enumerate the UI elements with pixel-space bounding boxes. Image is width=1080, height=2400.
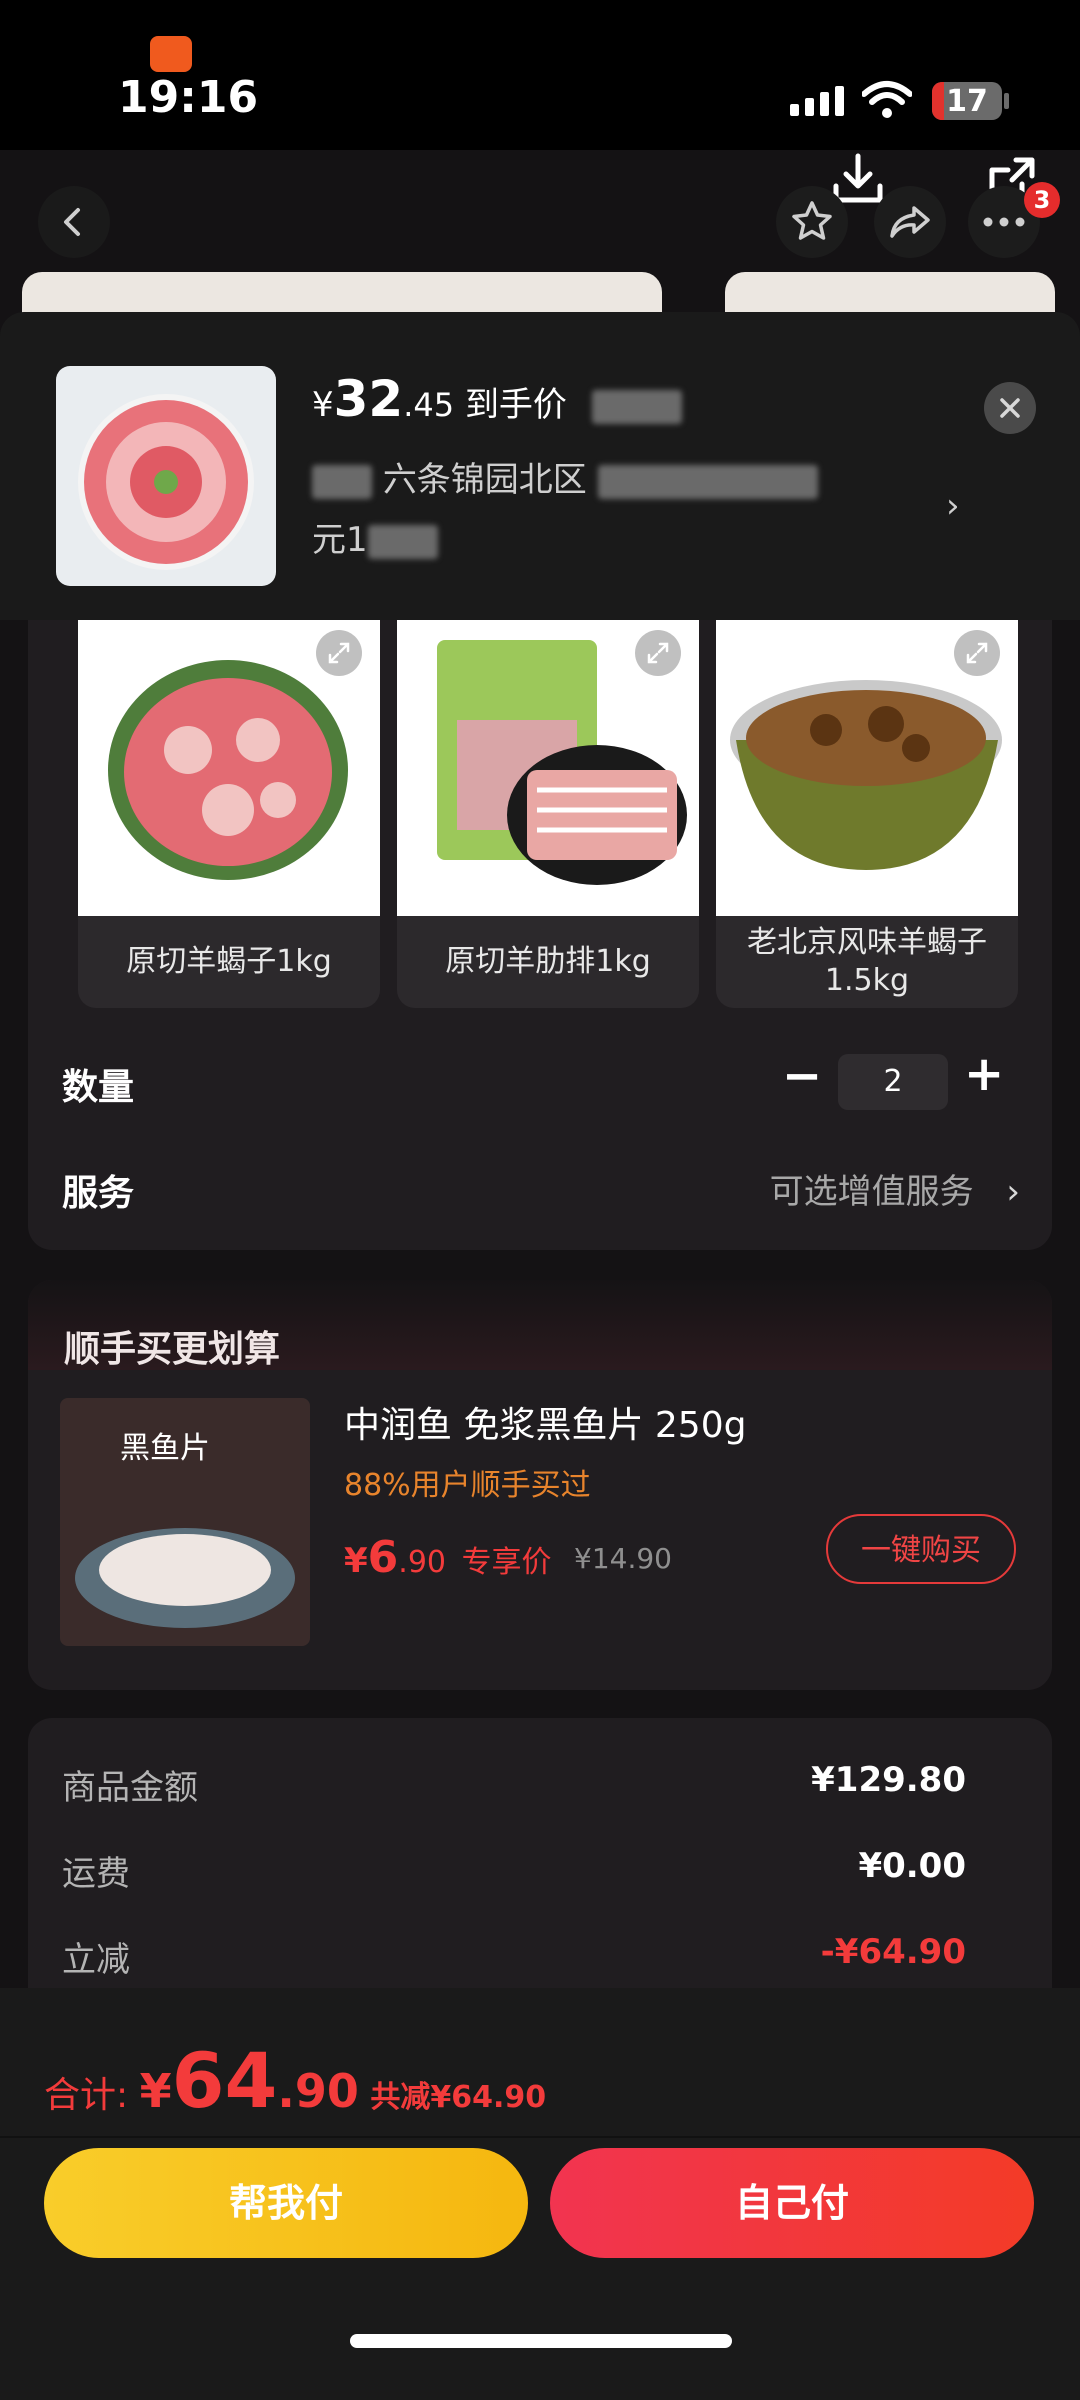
product-option-card[interactable]: 原切羊蝎子1kg [78,620,380,1008]
total-amount: 合计: ¥64.90 共减¥64.90 [44,2036,546,2125]
self-pay-button[interactable]: 自己付 [550,2148,1034,2258]
popup-address: 六条锦园北区 元1 [312,450,932,570]
service-label: 服务 [62,1173,135,1214]
service-value: 可选增值服务 [769,1172,974,1212]
one-click-buy-button[interactable]: 一键购买 [826,1514,1016,1584]
blurred-text [367,524,438,559]
discount-value: -¥64.90 [820,1932,966,1972]
battery-icon: 17 [932,82,1002,120]
app-notification-icon [150,36,192,72]
price-decimal: .45 [403,386,455,424]
zoom-icon[interactable] [954,630,1000,676]
home-indicator[interactable] [350,2334,732,2348]
close-button[interactable] [984,382,1036,434]
price-decimal: .90 [398,1545,447,1580]
zoom-icon[interactable] [635,630,681,676]
address-text: 六条锦园北区 [382,460,587,500]
service-option[interactable]: 可选增值服务 › [770,1164,1020,1213]
chevron-right-icon[interactable]: › [946,486,960,526]
total-saved: 共减¥64.90 [370,2080,547,2115]
summary-value: ¥129.80 [811,1760,966,1800]
back-button[interactable] [38,186,110,258]
product-label: 原切羊肋排1kg [445,944,651,979]
price-integer: 32 [333,370,404,428]
blurred-text [312,464,372,499]
total-label: 合计: [44,2075,129,2116]
total-symbol: ¥ [139,2064,172,2118]
product-option-card[interactable]: 原切羊肋排1kg [397,620,699,1008]
quantity-increase-button[interactable]: + [964,1046,1004,1102]
product-option-card[interactable]: 老北京风味羊蝎子1.5kg [716,620,1018,1008]
more-icon [983,217,1025,227]
blurred-text [597,464,818,499]
help-pay-button[interactable]: 帮我付 [44,2148,528,2258]
price-symbol: ¥ [312,385,334,425]
total-integer: 64 [171,2036,278,2125]
recommendation-price: ¥6.90 专享价 [344,1532,552,1583]
wifi-icon [862,81,912,118]
recommendation-stat: 88%用户顺手买过 [344,1468,591,1503]
summary-label: 商品金额 [62,1768,198,1808]
total-decimal: .90 [277,2064,359,2118]
star-icon [792,201,832,240]
popup-product-image [56,366,276,586]
zoom-icon[interactable] [316,630,362,676]
battery-tip [1004,93,1009,109]
product-label: 老北京风味羊蝎子1.5kg [747,925,987,998]
chevron-right-icon: › [1006,1172,1020,1212]
original-price: ¥14.90 [574,1542,672,1575]
share-button[interactable] [874,186,946,258]
recommendation-name[interactable]: 中润鱼 免浆黑鱼片 250g [344,1396,746,1448]
notification-badge: 3 [1024,182,1060,218]
summary-label: 立减 [62,1940,130,1980]
close-icon [1000,398,1020,418]
price-label: 到手价 [464,385,567,425]
back-icon [64,208,80,236]
popup-price: ¥32.45 到手价 [312,370,682,428]
status-time: 19:16 [118,72,259,123]
quantity-label: 数量 [62,1067,135,1108]
share-icon [890,206,930,238]
product-label: 原切羊蝎子1kg [126,944,332,979]
favorite-button[interactable] [776,186,848,258]
battery-level: 17 [946,84,988,119]
quantity-input[interactable]: 2 [838,1054,948,1110]
price-tag: 专享价 [461,1545,552,1580]
price-symbol: ¥ [344,1541,368,1581]
svg-text:黑鱼片: 黑鱼片 [120,1431,210,1466]
summary-value: ¥0.00 [858,1846,966,1886]
summary-label: 运费 [62,1854,130,1894]
recommendation-title: 顺手买更划算 [64,1329,281,1370]
address-line-2: 元1 [312,520,368,560]
quantity-decrease-button[interactable]: − [782,1048,822,1104]
recommendation-image[interactable]: 黑鱼片 [60,1398,310,1646]
price-integer: 6 [367,1532,399,1583]
blurred-text [591,389,682,424]
divider [0,2136,1080,2138]
signal-icon [790,86,844,116]
